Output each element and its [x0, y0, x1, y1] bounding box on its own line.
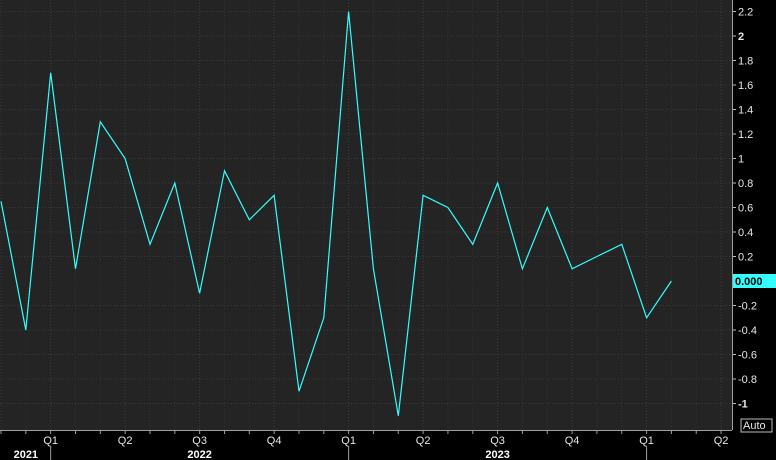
y-tick-label: 2 — [738, 31, 744, 43]
x-tick-label: Q3 — [192, 435, 207, 447]
plot-area — [0, 0, 732, 430]
y-tick-label: 0.4 — [738, 227, 753, 239]
year-label: 2023 — [485, 449, 509, 460]
x-tick-label: Q2 — [416, 435, 431, 447]
y-tick-label: -1 — [738, 399, 748, 411]
y-tick-label: 1.6 — [738, 80, 753, 92]
y-tick-label: -0.4 — [738, 325, 757, 337]
y-tick-label: 0.2 — [738, 252, 753, 264]
x-tick-label: Q1 — [639, 435, 654, 447]
x-tick-label: Q2 — [118, 435, 133, 447]
current-value-label: 0.000 — [735, 276, 763, 288]
x-tick-label: Q2 — [714, 435, 729, 447]
y-tick-label: 1.2 — [738, 129, 753, 141]
x-tick-label: Q4 — [267, 435, 282, 447]
y-tick-label: 2.2 — [738, 7, 753, 19]
y-tick-label: 1 — [738, 154, 744, 166]
y-tick-label: 0.6 — [738, 203, 753, 215]
auto-scale-label[interactable]: Auto — [743, 420, 766, 432]
x-tick-label: Q1 — [43, 435, 58, 447]
y-tick-label: -0.8 — [738, 374, 757, 386]
chart: -1 -0.8 -0.6 -0.4 -0.2 0.2 0.4 0.6 0.8 1 1.2 1.4 1.6… — [0, 0, 776, 460]
x-tick-label: Q3 — [490, 435, 505, 447]
year-label: 2022 — [187, 449, 211, 460]
y-tick-label: -0.2 — [738, 301, 757, 313]
x-tick-label: Q1 — [341, 435, 356, 447]
y-tick-label: 1.4 — [738, 105, 753, 117]
y-tick-label: 1.8 — [738, 56, 753, 68]
y-tick-label: 0.8 — [738, 178, 753, 190]
y-tick-label: -0.6 — [738, 350, 757, 362]
x-tick-label: Q4 — [565, 435, 580, 447]
year-label: 2021 — [14, 449, 38, 460]
